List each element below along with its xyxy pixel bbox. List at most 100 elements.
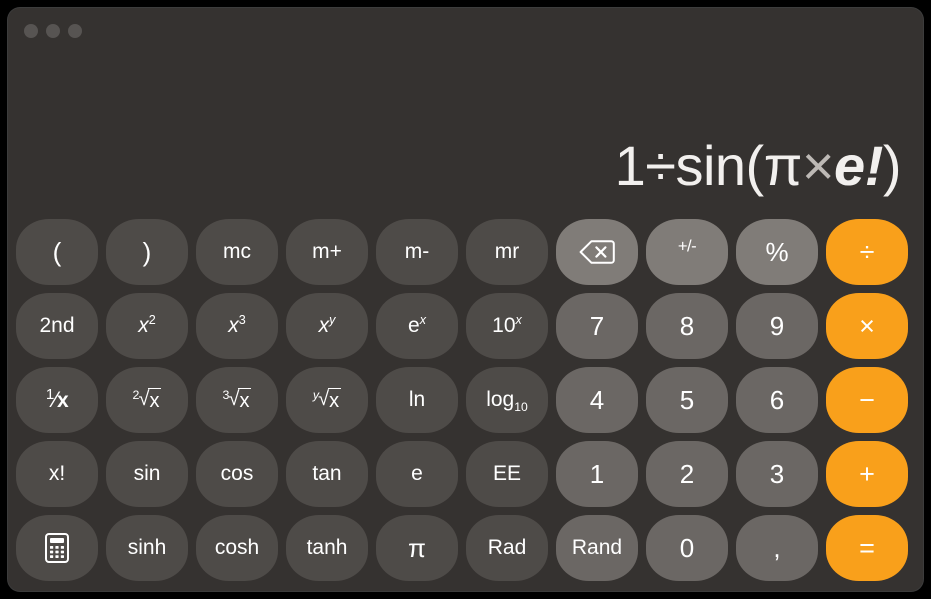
key-log-base-10[interactable]: log10 <box>466 367 548 433</box>
key-label: Rand <box>571 536 623 559</box>
key-label: 2 √ x <box>132 387 162 412</box>
key-x-squared[interactable]: x2 <box>106 293 188 359</box>
key-label: 7 <box>589 310 605 341</box>
key-label: y √ x <box>312 387 342 412</box>
key-open-paren[interactable]: ( <box>16 219 98 285</box>
key-digit-7[interactable]: 7 <box>556 293 638 359</box>
key-delete[interactable] <box>556 219 638 285</box>
key-label: 0 <box>679 532 695 563</box>
key-label: × <box>859 310 875 341</box>
key-factorial[interactable]: x! <box>16 441 98 507</box>
key-random[interactable]: Rand <box>556 515 638 581</box>
key-label: + <box>859 458 875 489</box>
key-label: e <box>411 462 423 485</box>
key-exponent-entry[interactable]: EE <box>466 441 548 507</box>
key-digit-8[interactable]: 8 <box>646 293 728 359</box>
key-label: ex <box>408 313 426 337</box>
key-cube-root[interactable]: 3 √ x <box>196 367 278 433</box>
key-digit-5[interactable]: 5 <box>646 367 728 433</box>
keypad-row-4: x! sin cos tan e EE 1 2 3 + <box>16 441 915 507</box>
key-digit-0[interactable]: 0 <box>646 515 728 581</box>
display-part-3: sin( <box>675 134 764 197</box>
key-equals[interactable]: = <box>826 515 908 581</box>
key-label: x! <box>48 462 66 485</box>
key-sign-toggle[interactable]: +/- <box>646 219 728 285</box>
key-divide[interactable]: ÷ <box>826 219 908 285</box>
title-bar <box>8 8 923 54</box>
key-label: m- <box>404 240 430 263</box>
key-label: EE <box>492 462 521 485</box>
key-digit-4[interactable]: 4 <box>556 367 638 433</box>
display-expression: 1÷sin(π×e!) <box>615 138 902 194</box>
key-percent[interactable]: % <box>736 219 818 285</box>
key-multiply[interactable]: × <box>826 293 908 359</box>
key-close-paren[interactable]: ) <box>106 219 188 285</box>
key-label: ( <box>52 236 62 267</box>
key-memory-clear[interactable]: mc <box>196 219 278 285</box>
key-natural-log[interactable]: ln <box>376 367 458 433</box>
key-label: = <box>859 532 875 563</box>
key-tangent[interactable]: tan <box>286 441 368 507</box>
key-digit-9[interactable]: 9 <box>736 293 818 359</box>
key-cosine[interactable]: cos <box>196 441 278 507</box>
key-e-to-the-x[interactable]: ex <box>376 293 458 359</box>
key-label: 8 <box>679 310 695 341</box>
display-part-4: π <box>763 134 803 197</box>
key-x-cubed[interactable]: x3 <box>196 293 278 359</box>
key-sine[interactable]: sin <box>106 441 188 507</box>
key-memory-recall[interactable]: mr <box>466 219 548 285</box>
key-euler-number[interactable]: e <box>376 441 458 507</box>
key-label: tan <box>312 462 342 485</box>
key-hyperbolic-sine[interactable]: sinh <box>106 515 188 581</box>
display-part-5: × <box>801 134 835 197</box>
key-label: ) <box>142 236 152 267</box>
key-label: sin <box>133 462 161 485</box>
key-decimal-separator[interactable]: , <box>736 515 818 581</box>
key-add[interactable]: + <box>826 441 908 507</box>
key-label: Rad <box>487 536 527 559</box>
keypad-row-2: 2nd x2 x3 xy ex 10x 7 8 9 × <box>16 293 915 359</box>
key-memory-subtract[interactable]: m- <box>376 219 458 285</box>
key-digit-1[interactable]: 1 <box>556 441 638 507</box>
zoom-button[interactable] <box>68 24 82 38</box>
key-digit-3[interactable]: 3 <box>736 441 818 507</box>
calculator-display: 1÷sin(π×e!) <box>615 130 902 202</box>
key-label: 1⁄x <box>45 386 69 412</box>
key-hyperbolic-cosine[interactable]: cosh <box>196 515 278 581</box>
key-calculator-mode[interactable] <box>16 515 98 581</box>
close-button[interactable] <box>24 24 38 38</box>
keypad-row-1: ( ) mc m+ m- mr +/- % ÷ <box>16 219 915 285</box>
key-pi[interactable]: π <box>376 515 458 581</box>
key-radians-mode[interactable]: Rad <box>466 515 548 581</box>
key-label: xy <box>318 313 336 337</box>
minimize-button[interactable] <box>46 24 60 38</box>
key-memory-add[interactable]: m+ <box>286 219 368 285</box>
key-label: 10x <box>492 313 522 337</box>
keypad: ( ) mc m+ m- mr +/- % ÷ 2nd x2 x3 xy ex … <box>16 219 915 581</box>
key-x-to-the-y[interactable]: xy <box>286 293 368 359</box>
calculator-icon <box>45 533 69 563</box>
key-label: − <box>859 384 875 415</box>
key-label: ln <box>408 388 426 411</box>
calculator-window: 1÷sin(π×e!) ( ) mc m+ m- mr +/- % ÷ 2nd … <box>8 8 923 591</box>
key-ten-to-the-x[interactable]: 10x <box>466 293 548 359</box>
key-reciprocal[interactable]: 1⁄x <box>16 367 98 433</box>
key-digit-6[interactable]: 6 <box>736 367 818 433</box>
key-second-function[interactable]: 2nd <box>16 293 98 359</box>
key-hyperbolic-tangent[interactable]: tanh <box>286 515 368 581</box>
key-label: sinh <box>127 536 167 559</box>
key-label: x2 <box>138 313 156 337</box>
key-label: m+ <box>312 240 342 263</box>
key-digit-2[interactable]: 2 <box>646 441 728 507</box>
key-label: π <box>408 532 426 563</box>
key-label: 6 <box>769 384 785 415</box>
key-label: ÷ <box>859 236 875 267</box>
key-label: 2nd <box>39 314 75 337</box>
key-label: mr <box>494 240 520 263</box>
display-part-7: ! <box>864 134 884 197</box>
display-part-1: 1 <box>614 134 646 197</box>
key-label: +/- <box>677 235 697 255</box>
key-y-root-of-x[interactable]: y √ x <box>286 367 368 433</box>
key-square-root[interactable]: 2 √ x <box>106 367 188 433</box>
key-subtract[interactable]: − <box>826 367 908 433</box>
